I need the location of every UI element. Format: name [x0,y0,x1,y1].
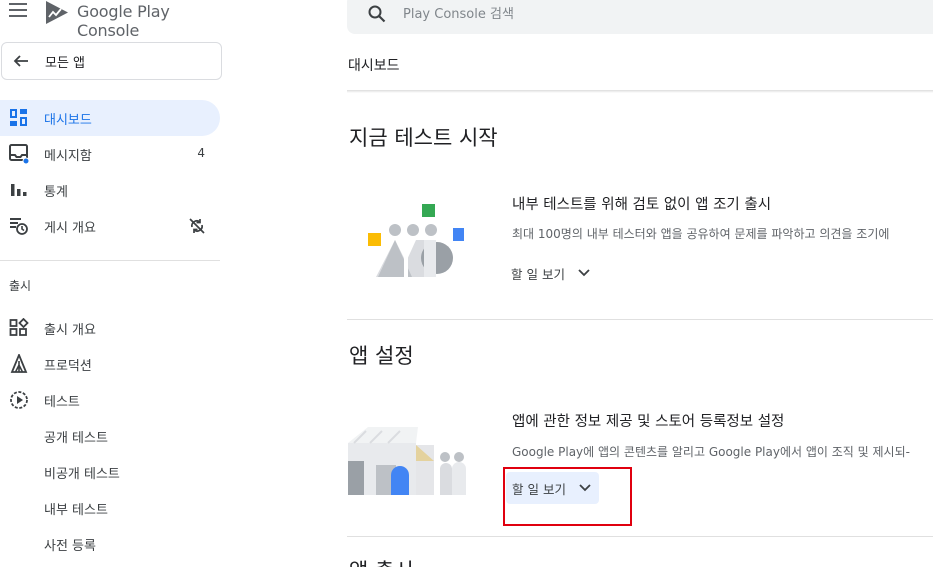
sidebar-item-closed-testing[interactable]: 비공개 테스트 [0,454,220,490]
search-icon [368,5,386,23]
release-overview-icon [9,318,29,336]
section-title-start-testing: 지금 테스트 시작 [349,126,498,150]
inbox-count-badge: 4 [197,146,205,160]
sidebar-item-production[interactable]: 프로덕션 [0,346,220,382]
section-title-app-setup: 앱 설정 [349,344,414,368]
testing-illustration [368,204,464,277]
chevron-down-icon [578,269,590,277]
breadcrumb: 대시보드 [348,58,400,74]
app-setup-illustration [348,427,466,495]
all-apps-button[interactable]: 모든 앱 [1,42,222,80]
sidebar-item-label: 공개 테스트 [44,431,108,446]
sidebar-item-internal-testing[interactable]: 내부 테스트 [0,490,220,526]
sidebar-item-label: 프로덕션 [44,359,92,374]
sidebar-item-dashboard[interactable]: 대시보드 [0,100,220,136]
sidebar-item-label: 출시 개요 [44,323,96,338]
bar-chart-icon [11,184,27,196]
menu-icon[interactable] [9,3,27,19]
sidebar-item-label: 사전 등록 [44,539,96,554]
sidebar-item-testing[interactable]: 테스트 [0,382,220,418]
play-console-logo-icon [46,1,68,24]
view-tasks-button[interactable]: 할 일 보기 [506,472,599,504]
view-tasks-button[interactable]: 할 일 보기 [505,257,600,289]
sidebar-item-inbox[interactable]: 메시지함 4 [0,136,220,172]
arrow-back-icon [13,55,28,67]
header-divider [347,90,933,93]
sidebar-item-release-overview[interactable]: 출시 개요 [0,310,220,346]
dashboard-icon [10,109,27,126]
sidebar-item-label: 비공개 테스트 [44,467,120,482]
section-divider [347,536,933,537]
search-bar[interactable] [347,0,933,34]
all-apps-label: 모든 앱 [45,56,86,71]
sidebar-item-open-testing[interactable]: 공개 테스트 [0,418,220,454]
main-content: 대시보드 지금 테스트 시작 내부 테스트를 위해 검토 없이 앱 조기 출시 … [232,0,933,567]
view-tasks-label: 할 일 보기 [511,267,565,282]
sidebar-section-release: 출시 [9,279,32,293]
sidebar: Google Play Console 모든 앱 대시보드 메시지함 4 통계 … [0,0,232,567]
sidebar-item-label: 통계 [44,185,68,200]
production-icon [10,354,28,373]
sidebar-item-statistics[interactable]: 통계 [0,172,220,208]
card-description-internal-testing: 최대 100명의 내부 테스터와 앱을 공유하여 문제를 파악하고 의견을 조기… [512,227,890,241]
publishing-icon [10,218,28,235]
testing-icon [10,391,28,409]
sidebar-item-label: 내부 테스트 [44,503,108,518]
sidebar-item-label: 게시 개요 [44,221,96,236]
sidebar-item-label: 메시지함 [44,149,92,164]
search-input[interactable] [403,3,853,25]
section-divider [347,319,933,320]
sidebar-item-label: 테스트 [44,395,80,410]
chevron-down-icon [579,484,591,492]
logo-text: Google Play Console [77,2,170,40]
sidebar-item-publishing-overview[interactable]: 게시 개요 [0,208,220,244]
inbox-icon [9,144,29,164]
sidebar-divider [0,260,220,261]
sidebar-item-pre-registration[interactable]: 사전 등록 [0,526,220,562]
sidebar-item-label: 대시보드 [44,113,92,128]
card-description-app-setup: Google Play에 앱의 콘텐츠를 알리고 Google Play에서 앱… [512,445,910,459]
section-title-release-app: 앱 출시 [349,555,414,567]
view-tasks-label: 할 일 보기 [512,482,566,497]
card-title-app-setup: 앱에 관한 정보 제공 및 스토어 등록정보 설정 [512,414,785,430]
card-title-internal-testing: 내부 테스트를 위해 검토 없이 앱 조기 출시 [512,197,772,213]
sync-disabled-icon [189,218,205,234]
